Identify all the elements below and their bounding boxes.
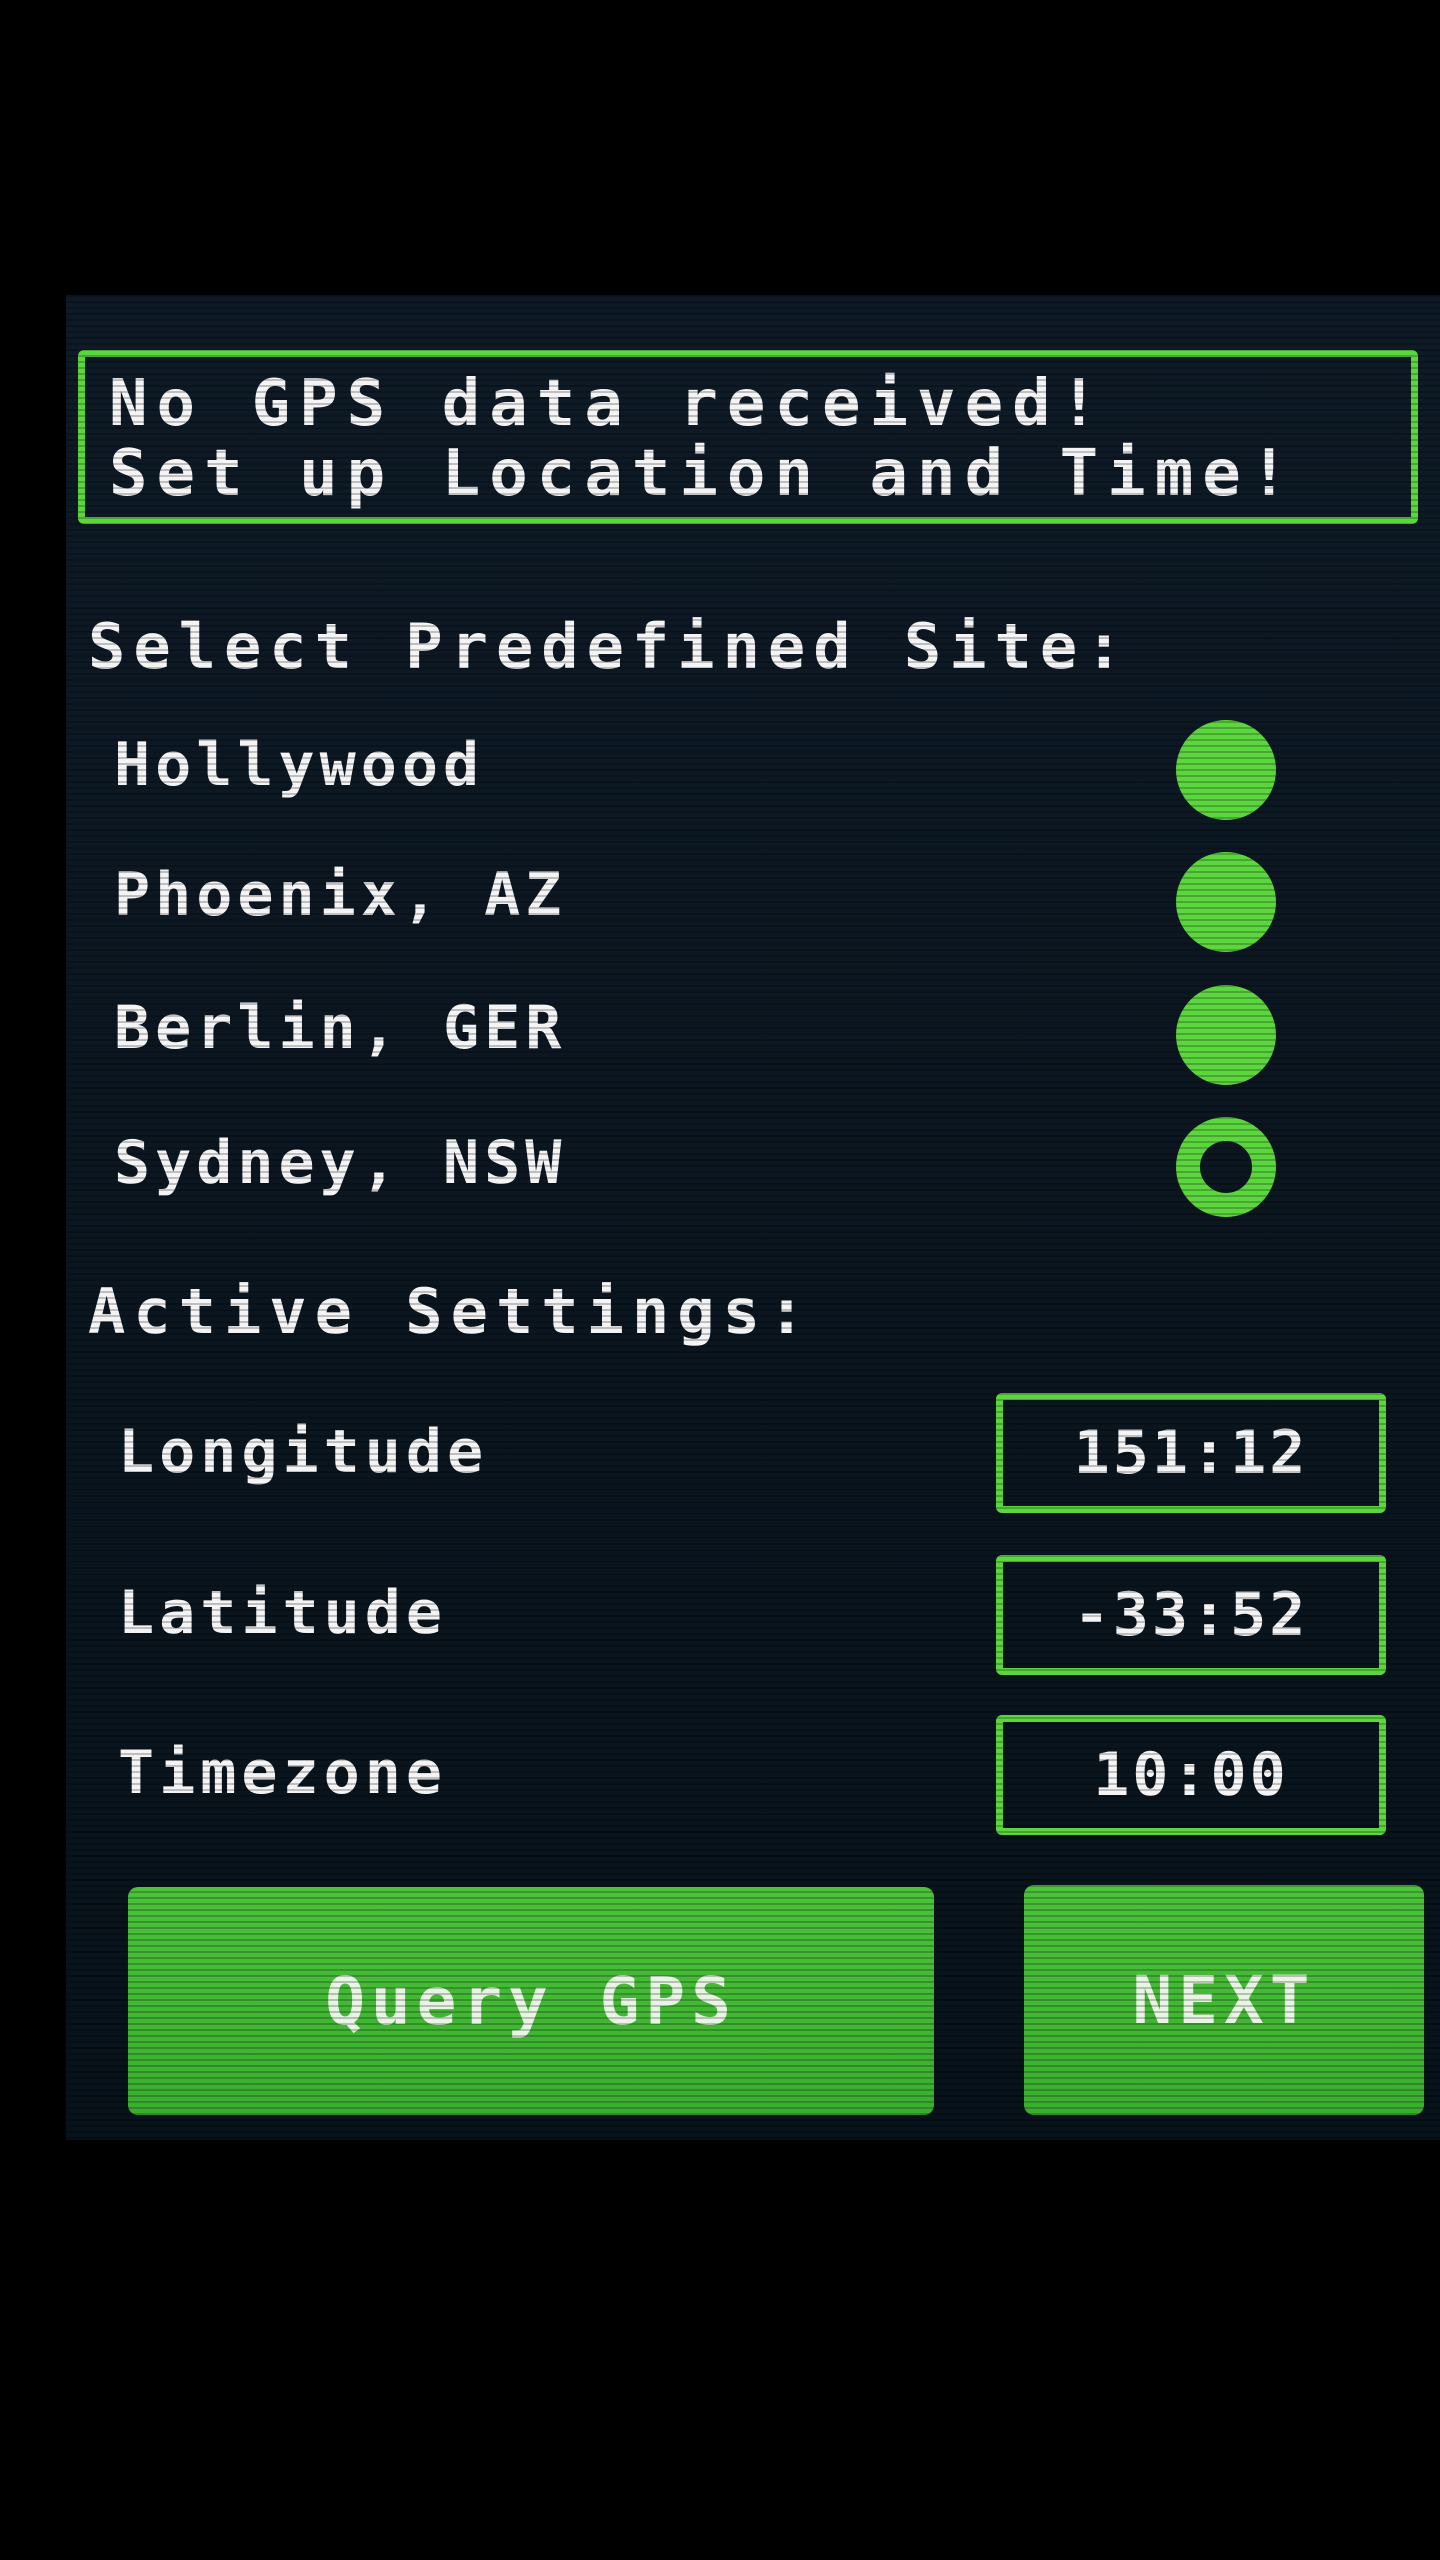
site-radio-hollywood[interactable]	[1176, 720, 1276, 820]
timezone-value[interactable]: 10:00	[996, 1715, 1386, 1835]
alert-line-2: Set up Location and Time!	[109, 437, 1298, 511]
longitude-value[interactable]: 151:12	[996, 1393, 1386, 1513]
sites-heading: Select Predefined Site:	[88, 610, 1131, 683]
site-radio-berlin[interactable]	[1176, 985, 1276, 1085]
next-button[interactable]: NEXT	[1024, 1885, 1424, 2115]
timezone-label: Timezone	[118, 1738, 447, 1808]
site-radio-sydney[interactable]	[1176, 1117, 1276, 1217]
longitude-label: Longitude	[118, 1417, 489, 1487]
query-gps-button[interactable]: Query GPS	[128, 1887, 934, 2115]
gps-alert-box: No GPS data received! Set up Location an…	[78, 350, 1418, 524]
alert-line-1: No GPS data received!	[109, 367, 1108, 441]
device-screen: No GPS data received! Set up Location an…	[66, 295, 1440, 2140]
site-label-sydney[interactable]: Sydney, NSW	[114, 1128, 566, 1198]
site-label-hollywood[interactable]: Hollywood	[114, 730, 484, 800]
site-radio-phoenix[interactable]	[1176, 852, 1276, 952]
settings-heading: Active Settings:	[88, 1275, 814, 1348]
latitude-value[interactable]: -33:52	[996, 1555, 1386, 1675]
site-label-phoenix[interactable]: Phoenix, AZ	[114, 860, 566, 930]
latitude-label: Latitude	[118, 1578, 447, 1648]
site-label-berlin[interactable]: Berlin, GER	[114, 993, 566, 1063]
